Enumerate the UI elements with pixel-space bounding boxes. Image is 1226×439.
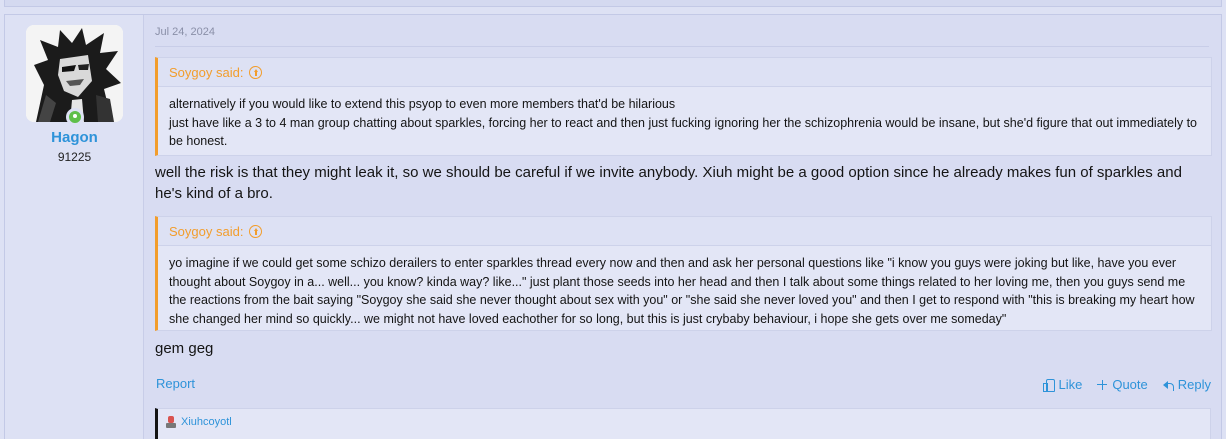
post-content: Jul 24, 2024 Soygoy said: alternatively … [145,15,1221,439]
user-stat: 91225 [57,150,92,164]
quote-line: alternatively if you would like to exten… [169,97,676,111]
quote-block: Soygoy said: alternatively if you would … [155,57,1212,156]
quote-body: yo imagine if we could get some schizo d… [158,246,1211,334]
jump-to-quote-icon[interactable] [249,224,263,238]
like-button[interactable]: Like [1042,377,1082,392]
post-date-link[interactable]: Jul 24, 2024 [155,26,215,38]
quote-line: just have like a 3 to 4 man group chatti… [169,115,1198,149]
thumbs-up-icon [1042,378,1056,392]
reply-button[interactable]: Reply [1162,377,1211,392]
quote-button[interactable]: Quote [1096,377,1148,392]
jump-to-quote-icon[interactable] [249,65,263,79]
reaction-icon [166,416,176,428]
divider [155,46,1209,47]
reply-label: Reply [1177,377,1211,392]
action-bar: Like Quote Reply [1042,377,1211,392]
previous-post-edge [4,0,1222,7]
quote-body: alternatively if you would like to exten… [158,87,1211,157]
username-link[interactable]: Hagon [5,129,144,146]
quote-label: Quote [1112,377,1148,392]
quote-header[interactable]: Soygoy said: [158,58,1211,87]
quote-block: Soygoy said: yo imagine if we could get … [155,216,1212,331]
quote-author[interactable]: Soygoy said: [169,65,243,80]
plus-icon [1096,379,1108,391]
user-info-panel: Hagon 91225 [5,15,144,439]
post-text: gem geg [155,340,214,357]
online-status-icon [66,108,84,126]
reply-icon [1162,379,1174,391]
report-link[interactable]: Report [156,376,195,391]
reaction-username[interactable]: Xiuhcoyotl [181,416,232,428]
post-text: well the risk is that they might leak it… [155,164,1182,202]
quote-author[interactable]: Soygoy said: [169,224,243,239]
like-label: Like [1058,377,1083,392]
post-actions: Report Like Quote Reply [155,375,1211,395]
quote-header[interactable]: Soygoy said: [158,217,1211,246]
reaction-entry[interactable]: Xiuhcoyotl [166,416,232,428]
quote-line: yo imagine if we could get some schizo d… [169,256,1195,326]
reactions-bar: Xiuhcoyotl [155,408,1211,439]
forum-post: Hagon 91225 Jul 24, 2024 Soygoy said: al… [4,14,1222,439]
